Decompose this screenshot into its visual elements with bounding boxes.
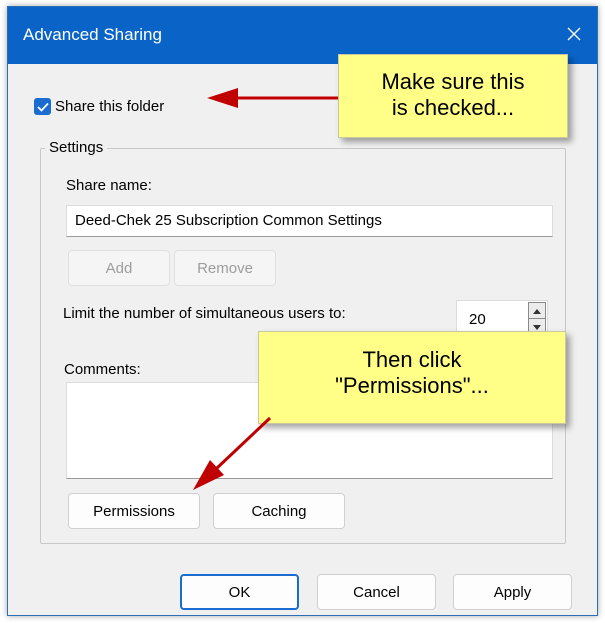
arrow-to-checkbox-head xyxy=(207,88,238,108)
annotation-arrows xyxy=(193,88,338,490)
arrow-to-permissions-line xyxy=(215,416,272,470)
